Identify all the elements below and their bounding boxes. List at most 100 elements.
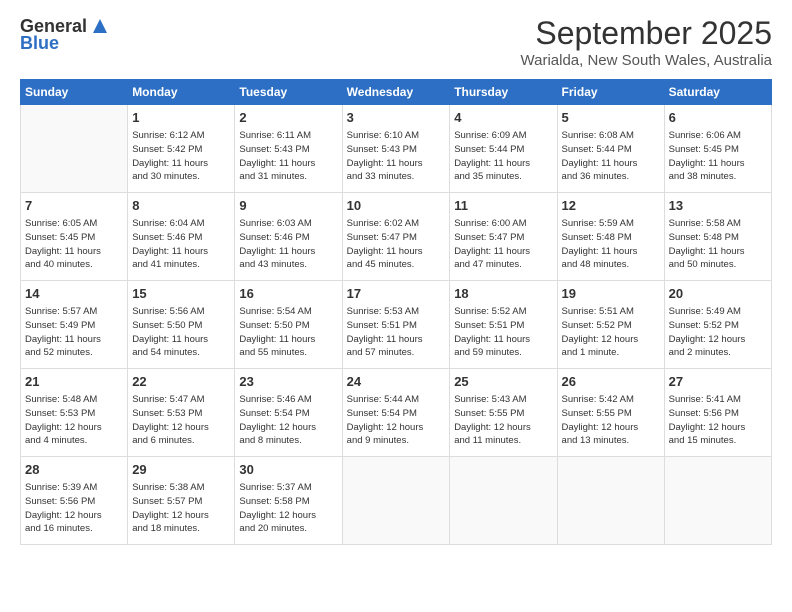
day-number: 27 [669, 373, 767, 391]
day-number: 4 [454, 109, 552, 127]
title-section: September 2025 Warialda, New South Wales… [521, 15, 773, 69]
day-number: 24 [347, 373, 446, 391]
header-wednesday: Wednesday [342, 80, 450, 105]
table-row: 9 Sunrise: 6:03 AM Sunset: 5:46 PM Daylig… [235, 193, 342, 281]
day-info: Sunrise: 6:00 AM Sunset: 5:47 PM Dayligh… [454, 217, 552, 272]
table-row: 12 Sunrise: 5:59 AM Sunset: 5:48 PM Dayli… [557, 193, 664, 281]
table-row: 1 Sunrise: 6:12 AM Sunset: 5:42 PM Daylig… [128, 105, 235, 193]
page: General Blue September 2025 Warialda, Ne… [0, 0, 792, 612]
day-number: 30 [239, 461, 337, 479]
table-row: 21 Sunrise: 5:48 AM Sunset: 5:53 PM Dayli… [21, 369, 128, 457]
calendar-header-row: Sunday Monday Tuesday Wednesday Thursday… [21, 80, 772, 105]
table-row [664, 457, 771, 545]
header-saturday: Saturday [664, 80, 771, 105]
day-info: Sunrise: 6:12 AM Sunset: 5:42 PM Dayligh… [132, 129, 230, 184]
day-number: 15 [132, 285, 230, 303]
table-row: 22Sunrise: 5:47 AM Sunset: 5:53 PM Dayli… [128, 369, 235, 457]
day-number: 22 [132, 373, 230, 391]
table-row: 11 Sunrise: 6:00 AM Sunset: 5:47 PM Dayli… [450, 193, 557, 281]
day-number: 8 [132, 197, 230, 215]
table-row: 17Sunrise: 5:53 AM Sunset: 5:51 PM Dayli… [342, 281, 450, 369]
day-info: Sunrise: 5:51 AM Sunset: 5:52 PM Dayligh… [562, 305, 660, 360]
header-sunday: Sunday [21, 80, 128, 105]
calendar-week-row: 14 Sunrise: 5:57 AM Sunset: 5:49 PM Dayli… [21, 281, 772, 369]
day-info: Sunrise: 5:56 AM Sunset: 5:50 PM Dayligh… [132, 305, 230, 360]
day-info: Sunrise: 6:06 AM Sunset: 5:45 PM Dayligh… [669, 129, 767, 184]
table-row: 25 Sunrise: 5:43 AM Sunset: 5:55 PM Dayli… [450, 369, 557, 457]
day-number: 11 [454, 197, 552, 215]
table-row: 10 Sunrise: 6:02 AM Sunset: 5:47 PM Dayli… [342, 193, 450, 281]
day-info: Sunrise: 5:53 AM Sunset: 5:51 PM Dayligh… [347, 305, 446, 360]
day-info: Sunrise: 5:49 AM Sunset: 5:52 PM Dayligh… [669, 305, 767, 360]
table-row: 27 Sunrise: 5:41 AM Sunset: 5:56 PM Dayli… [664, 369, 771, 457]
day-info: Sunrise: 6:04 AM Sunset: 5:46 PM Dayligh… [132, 217, 230, 272]
header-thursday: Thursday [450, 80, 557, 105]
month-title: September 2025 [521, 15, 773, 52]
day-info: Sunrise: 5:41 AM Sunset: 5:56 PM Dayligh… [669, 393, 767, 448]
calendar-week-row: 21 Sunrise: 5:48 AM Sunset: 5:53 PM Dayli… [21, 369, 772, 457]
calendar-week-row: 28Sunrise: 5:39 AM Sunset: 5:56 PM Dayli… [21, 457, 772, 545]
day-number: 1 [132, 109, 230, 127]
day-number: 2 [239, 109, 337, 127]
day-number: 6 [669, 109, 767, 127]
day-info: Sunrise: 5:52 AM Sunset: 5:51 PM Dayligh… [454, 305, 552, 360]
header: General Blue September 2025 Warialda, Ne… [20, 15, 772, 69]
table-row: 16Sunrise: 5:54 AM Sunset: 5:50 PM Dayli… [235, 281, 342, 369]
table-row: 20Sunrise: 5:49 AM Sunset: 5:52 PM Dayli… [664, 281, 771, 369]
calendar-week-row: 7 Sunrise: 6:05 AM Sunset: 5:45 PM Daylig… [21, 193, 772, 281]
logo: General Blue [20, 15, 111, 54]
day-info: Sunrise: 6:03 AM Sunset: 5:46 PM Dayligh… [239, 217, 337, 272]
table-row: 23 Sunrise: 5:46 AM Sunset: 5:54 PM Dayli… [235, 369, 342, 457]
day-number: 9 [239, 197, 337, 215]
day-info: Sunrise: 6:02 AM Sunset: 5:47 PM Dayligh… [347, 217, 446, 272]
day-info: Sunrise: 6:10 AM Sunset: 5:43 PM Dayligh… [347, 129, 446, 184]
calendar-week-row: 1 Sunrise: 6:12 AM Sunset: 5:42 PM Daylig… [21, 105, 772, 193]
day-number: 29 [132, 461, 230, 479]
day-number: 23 [239, 373, 337, 391]
day-info: Sunrise: 5:57 AM Sunset: 5:49 PM Dayligh… [25, 305, 123, 360]
table-row [557, 457, 664, 545]
day-number: 28 [25, 461, 123, 479]
day-number: 21 [25, 373, 123, 391]
table-row: 7 Sunrise: 6:05 AM Sunset: 5:45 PM Daylig… [21, 193, 128, 281]
table-row: 4 Sunrise: 6:09 AM Sunset: 5:44 PM Daylig… [450, 105, 557, 193]
table-row: 13Sunrise: 5:58 AM Sunset: 5:48 PM Dayli… [664, 193, 771, 281]
day-number: 26 [562, 373, 660, 391]
table-row: 15 Sunrise: 5:56 AM Sunset: 5:50 PM Dayli… [128, 281, 235, 369]
day-info: Sunrise: 5:43 AM Sunset: 5:55 PM Dayligh… [454, 393, 552, 448]
table-row: 26 Sunrise: 5:42 AM Sunset: 5:55 PM Dayli… [557, 369, 664, 457]
day-info: Sunrise: 5:48 AM Sunset: 5:53 PM Dayligh… [25, 393, 123, 448]
day-info: Sunrise: 5:54 AM Sunset: 5:50 PM Dayligh… [239, 305, 337, 360]
table-row: 3 Sunrise: 6:10 AM Sunset: 5:43 PM Daylig… [342, 105, 450, 193]
logo-icon [89, 15, 111, 37]
header-tuesday: Tuesday [235, 80, 342, 105]
day-info: Sunrise: 5:46 AM Sunset: 5:54 PM Dayligh… [239, 393, 337, 448]
table-row: 8 Sunrise: 6:04 AM Sunset: 5:46 PM Daylig… [128, 193, 235, 281]
day-number: 10 [347, 197, 446, 215]
day-number: 5 [562, 109, 660, 127]
table-row: 28Sunrise: 5:39 AM Sunset: 5:56 PM Dayli… [21, 457, 128, 545]
day-info: Sunrise: 5:42 AM Sunset: 5:55 PM Dayligh… [562, 393, 660, 448]
day-number: 13 [669, 197, 767, 215]
day-number: 25 [454, 373, 552, 391]
table-row: 18 Sunrise: 5:52 AM Sunset: 5:51 PM Dayli… [450, 281, 557, 369]
day-info: Sunrise: 6:05 AM Sunset: 5:45 PM Dayligh… [25, 217, 123, 272]
table-row: 19Sunrise: 5:51 AM Sunset: 5:52 PM Dayli… [557, 281, 664, 369]
table-row [21, 105, 128, 193]
table-row: 5Sunrise: 6:08 AM Sunset: 5:44 PM Daylig… [557, 105, 664, 193]
day-number: 3 [347, 109, 446, 127]
day-number: 14 [25, 285, 123, 303]
calendar-table: Sunday Monday Tuesday Wednesday Thursday… [20, 79, 772, 545]
day-number: 12 [562, 197, 660, 215]
table-row: 30 Sunrise: 5:37 AM Sunset: 5:58 PM Dayli… [235, 457, 342, 545]
table-row [450, 457, 557, 545]
table-row: 29 Sunrise: 5:38 AM Sunset: 5:57 PM Dayli… [128, 457, 235, 545]
table-row: 6 Sunrise: 6:06 AM Sunset: 5:45 PM Daylig… [664, 105, 771, 193]
day-number: 7 [25, 197, 123, 215]
day-number: 18 [454, 285, 552, 303]
day-info: Sunrise: 5:59 AM Sunset: 5:48 PM Dayligh… [562, 217, 660, 272]
header-friday: Friday [557, 80, 664, 105]
day-info: Sunrise: 5:37 AM Sunset: 5:58 PM Dayligh… [239, 481, 337, 536]
day-info: Sunrise: 6:09 AM Sunset: 5:44 PM Dayligh… [454, 129, 552, 184]
day-info: Sunrise: 5:38 AM Sunset: 5:57 PM Dayligh… [132, 481, 230, 536]
